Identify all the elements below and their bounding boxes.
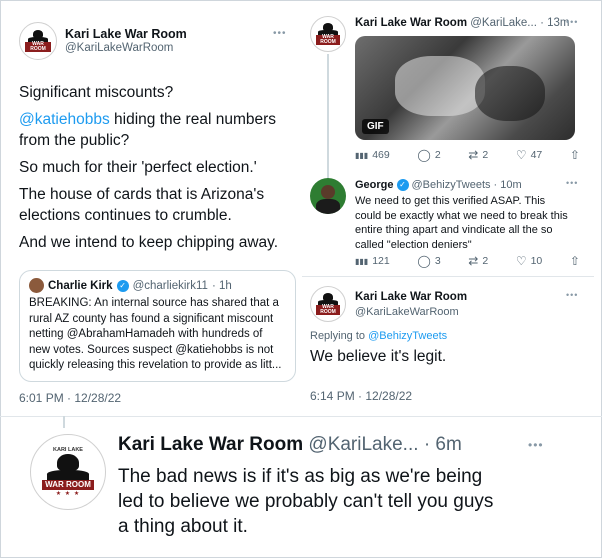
more-icon[interactable]: ••• (566, 178, 578, 188)
author-name[interactable]: Kari Lake War Room (118, 434, 303, 455)
tweet-line: a thing about it. (118, 516, 248, 537)
share-button[interactable]: ⇧ (570, 254, 580, 268)
author-name[interactable]: Kari Lake War Room (65, 27, 187, 41)
tweet-line: hiding the real numbers (109, 111, 277, 128)
more-icon[interactable]: ••• (528, 438, 544, 452)
more-icon[interactable]: ••• (566, 290, 578, 300)
retweet-button[interactable]: ⇄ 2 (468, 148, 488, 162)
author-handle[interactable]: @KariLake... (308, 434, 418, 455)
thread-line (327, 54, 329, 182)
retweet-count: 2 (482, 255, 489, 267)
replying-prefix: Replying to (310, 330, 366, 342)
gif-media[interactable]: GIF (355, 36, 575, 140)
views-icon: ▮▮▮ (355, 256, 369, 266)
gif-badge: GIF (362, 119, 389, 134)
avatar[interactable]: WAR ROOM (310, 16, 346, 52)
share-icon: ⇧ (569, 254, 580, 268)
divider (302, 276, 594, 277)
thread-line (63, 416, 65, 428)
avatar[interactable]: KARI LAKE WAR ROOM ★ ★ ★ (30, 434, 106, 510)
share-icon: ⇧ (569, 148, 580, 162)
verified-icon: ✓ (116, 279, 129, 292)
reply-icon: ◯ (417, 254, 431, 268)
tweet-body: The bad news is if it's as big as we're … (118, 464, 568, 539)
author-name[interactable]: Kari Lake War Room (355, 291, 467, 303)
tweet-line: Significant miscounts? (19, 84, 174, 101)
author-handle[interactable]: @KariLakeWarRoom (355, 306, 459, 318)
tweet-body: Significant miscounts? @katiehobbs hidin… (19, 82, 299, 253)
reply-icon: ◯ (417, 148, 431, 162)
tweet-line: called "election deniers" (355, 238, 472, 251)
tweet-time[interactable]: · 10m (494, 179, 522, 191)
like-icon: ♡ (515, 254, 527, 268)
tweet-line: So much for their 'perfect election.' (19, 159, 257, 176)
tweet-header: Kari Lake War Room @KariLake... · 13m (355, 17, 570, 29)
retweet-count: 2 (482, 149, 489, 161)
tweet-line: elections continues to crumble. (19, 207, 232, 224)
quote-time: · 1h (211, 279, 232, 292)
reply-count: 3 (434, 255, 441, 267)
views-count: 469 (372, 149, 390, 161)
tweet-line: We need to get this verified ASAP. This (355, 195, 546, 207)
reply-button[interactable]: ◯ 2 (417, 148, 440, 162)
avatar (29, 278, 44, 293)
views-button[interactable]: ▮▮▮ 121 (355, 255, 390, 267)
views-icon: ▮▮▮ (355, 150, 369, 160)
tweet-body: We need to get this verified ASAP. This … (355, 194, 585, 252)
avatar-text: KARI LAKE (53, 446, 83, 453)
tweet-line: from the public? (19, 132, 130, 149)
right-thread: WAR ROOM Kari Lake War Room @KariLake...… (302, 8, 594, 416)
avatar-text: WAR ROOM (42, 480, 94, 491)
tweet-line: The bad news is if it's as big as we're … (118, 466, 483, 487)
author-name[interactable]: Kari Lake War Room (355, 17, 467, 29)
left-tweet[interactable]: WAR ROOM Kari Lake War Room @KariLakeWar… (7, 8, 302, 416)
quote-text: BREAKING: An internal source has shared … (29, 297, 282, 371)
tweet-header: George ✓ @BehizyTweets · 10m (355, 179, 522, 191)
retweet-button[interactable]: ⇄ 2 (468, 254, 488, 268)
quoted-tweet[interactable]: Charlie Kirk ✓ @charliekirk11 · 1h BREAK… (19, 270, 296, 382)
action-bar: ▮▮▮ 469 ◯ 2 ⇄ 2 ♡ 47 ⇧ (355, 148, 580, 162)
like-count: 10 (530, 255, 543, 267)
share-button[interactable]: ⇧ (570, 148, 580, 162)
author-handle[interactable]: @KariLake... (470, 17, 537, 29)
mention-link[interactable]: @katiehobbs (19, 111, 110, 128)
action-bar: ▮▮▮ 121 ◯ 3 ⇄ 2 ♡ 10 ⇧ (355, 254, 580, 268)
mention-link[interactable]: @BehizyTweets (368, 330, 447, 342)
like-icon: ♡ (515, 148, 527, 162)
tweet-line: entire thing apart and vindicate all the… (355, 224, 553, 236)
author-name[interactable]: George (355, 179, 394, 191)
avatar[interactable]: WAR ROOM (19, 22, 57, 60)
avatar[interactable] (310, 178, 346, 214)
avatar[interactable]: WAR ROOM (310, 286, 346, 322)
reply-count: 2 (434, 149, 441, 161)
author-handle[interactable]: @BehizyTweets (412, 179, 491, 191)
views-count: 121 (372, 255, 390, 267)
verified-icon: ✓ (396, 179, 409, 191)
author-handle[interactable]: @KariLakeWarRoom (65, 42, 173, 54)
tweet-body: We believe it's legit. (310, 348, 447, 365)
tweet-line: could be exactly what we need to break t… (355, 209, 568, 222)
more-icon[interactable]: ••• (566, 17, 578, 27)
quote-author-name: Charlie Kirk (48, 279, 113, 292)
views-button[interactable]: ▮▮▮ 469 (355, 149, 390, 161)
like-count: 47 (530, 149, 543, 161)
replying-to: Replying to @BehizyTweets (310, 330, 447, 342)
like-button[interactable]: ♡ 10 (516, 254, 542, 268)
bottom-tweet[interactable]: KARI LAKE WAR ROOM ★ ★ ★ Kari Lake War R… (18, 416, 578, 554)
like-button[interactable]: ♡ 47 (516, 148, 542, 162)
tweet-timestamp[interactable]: 6:14 PM · 12/28/22 (310, 389, 412, 403)
retweet-icon: ⇄ (468, 254, 479, 268)
more-icon[interactable]: ••• (273, 28, 287, 39)
tweet-timestamp[interactable]: 6:01 PM · 12/28/22 (19, 391, 121, 405)
quote-author-handle: @charliekirk11 (132, 279, 208, 292)
reply-button[interactable]: ◯ 3 (417, 254, 440, 268)
tweet-line: led to believe we probably can't tell yo… (118, 491, 494, 512)
divider (0, 416, 602, 417)
tweet-line: And we intend to keep chipping away. (19, 234, 279, 251)
tweet-time[interactable]: · 6m (424, 434, 462, 455)
tweet-header: Kari Lake War Room @KariLake... · 6m (118, 434, 462, 456)
tweet-line: The house of cards that is Arizona's (19, 186, 265, 203)
retweet-icon: ⇄ (468, 148, 479, 162)
